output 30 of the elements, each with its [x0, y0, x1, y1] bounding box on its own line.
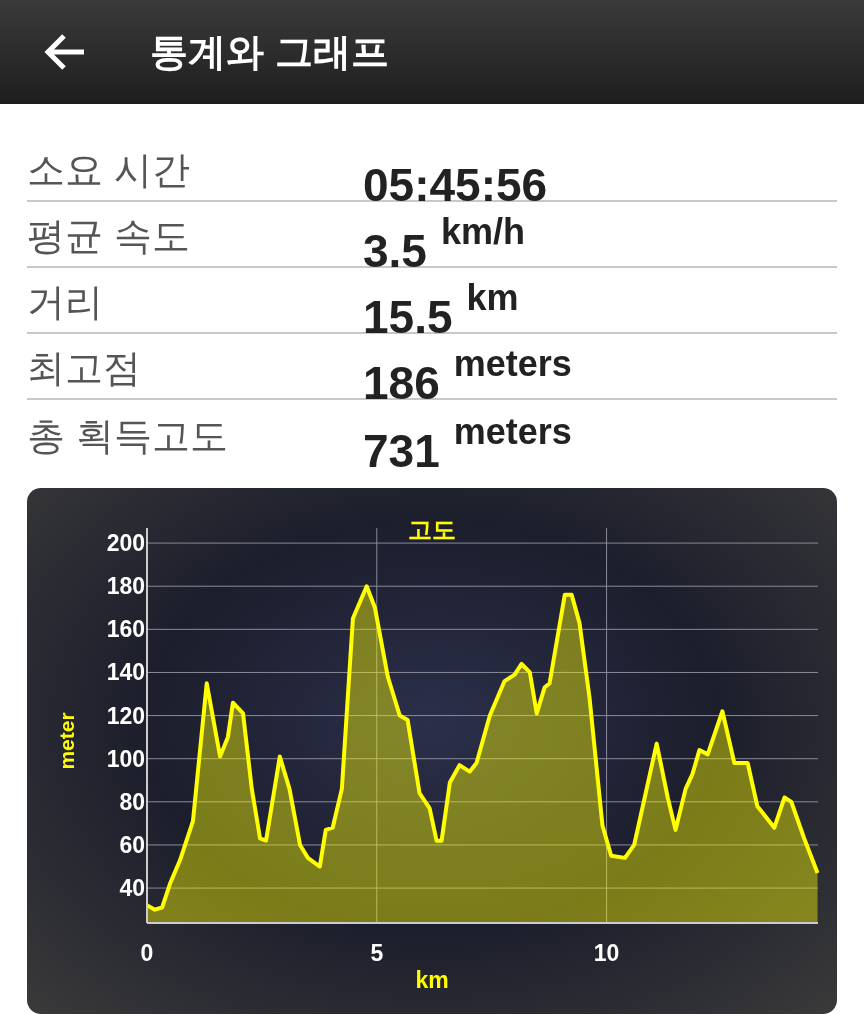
axis-tick-label: 5 — [370, 940, 384, 966]
stat-value: 05:45:56 — [363, 162, 548, 208]
axis-tick-label: 80 — [119, 788, 145, 815]
stat-label: 거리 — [27, 280, 104, 325]
stat-label: 소요 시간 — [27, 148, 191, 193]
stat-unit: km — [466, 280, 519, 316]
screen-title: 통계와 그래프 — [150, 29, 389, 75]
x-axis-label: km — [415, 967, 449, 993]
stat-label: 평균 속도 — [27, 214, 191, 259]
axis-tick-label: 10 — [593, 940, 620, 966]
stat-unit: km/h — [440, 214, 525, 250]
y-axis-label: meter — [55, 712, 78, 770]
axis-tick-label: 120 — [106, 702, 145, 729]
axis-tick-label: 40 — [119, 875, 145, 902]
stat-label: 총 획득고도 — [27, 414, 229, 459]
stat-label: 최고점 — [27, 346, 142, 391]
axis-tick-label: 160 — [106, 616, 145, 643]
stat-value: 3.5 — [363, 228, 427, 274]
stat-value: 186 — [363, 360, 440, 406]
chart-title: 고도 — [408, 516, 456, 543]
stat-unit: meters — [453, 414, 572, 450]
axis-tick-label: 140 — [106, 659, 145, 686]
stat-unit: meters — [453, 346, 572, 382]
axis-tick-label: 0 — [140, 940, 154, 966]
axis-tick-label: 100 — [106, 745, 145, 772]
stat-value: 15.5 — [363, 294, 453, 340]
axis-tick-label: 200 — [106, 530, 145, 557]
stat-value: 731 — [363, 428, 440, 474]
axis-tick-label: 180 — [106, 573, 145, 600]
axis-tick-label: 60 — [119, 831, 145, 858]
